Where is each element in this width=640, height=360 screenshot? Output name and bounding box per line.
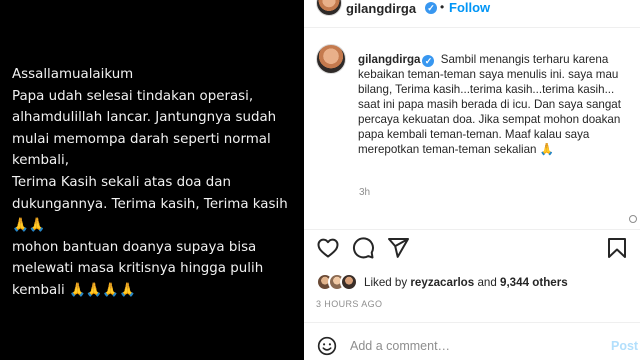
loading-indicator-icon (629, 215, 637, 223)
post-timestamp[interactable]: 3 HOURS AGO (316, 299, 382, 309)
likes-middle: and (474, 275, 501, 289)
comment-icon[interactable] (351, 236, 375, 260)
follow-button[interactable]: Follow (449, 0, 490, 15)
action-bar (304, 232, 640, 262)
likes-text: Liked by reyzacarlos and 9,344 others (364, 276, 568, 289)
media-text: Assallamualaikum Papa udah selesai tinda… (12, 67, 288, 298)
liker-username[interactable]: reyzacarlos (410, 276, 474, 289)
likes-prefix: Liked by (364, 275, 411, 289)
post-media: Assallamualaikum Papa udah selesai tinda… (0, 0, 304, 360)
comment-divider (304, 322, 640, 323)
post-comment-button[interactable]: Post (611, 339, 638, 353)
caption-avatar[interactable] (316, 44, 346, 74)
caption-time: 3h (359, 187, 371, 198)
caption-verified-badge-icon: ✓ (422, 55, 435, 67)
header-avatar[interactable] (316, 0, 342, 16)
post-header: gilangdirga ✓ • Follow (304, 0, 640, 20)
caption-line: saat ini papa masih berada di icu. Dan s… (358, 98, 621, 156)
header-username[interactable]: gilangdirga (346, 1, 416, 16)
heart-icon[interactable] (316, 236, 340, 260)
share-icon[interactable] (386, 236, 410, 260)
add-comment-bar: Post (304, 330, 640, 360)
liker-avatar[interactable] (340, 273, 358, 291)
likes-count[interactable]: 9,344 others (500, 276, 568, 289)
emoji-icon[interactable] (317, 336, 337, 356)
likes-summary: Liked by reyzacarlos and 9,344 others (316, 272, 568, 292)
verified-badge-icon: ✓ (425, 2, 437, 14)
caption-username[interactable]: gilangdirga (358, 53, 420, 66)
caption-text: gilangdirga ✓ Sambil menangis terharu kar… (358, 52, 634, 157)
bookmark-icon[interactable] (605, 236, 629, 260)
post-details-panel: gilangdirga ✓ • Follow gilangdirga ✓ Samb… (304, 0, 640, 360)
comment-input[interactable] (350, 336, 590, 356)
actions-divider (304, 229, 640, 230)
header-divider (304, 27, 640, 28)
header-separator: • (440, 0, 445, 14)
